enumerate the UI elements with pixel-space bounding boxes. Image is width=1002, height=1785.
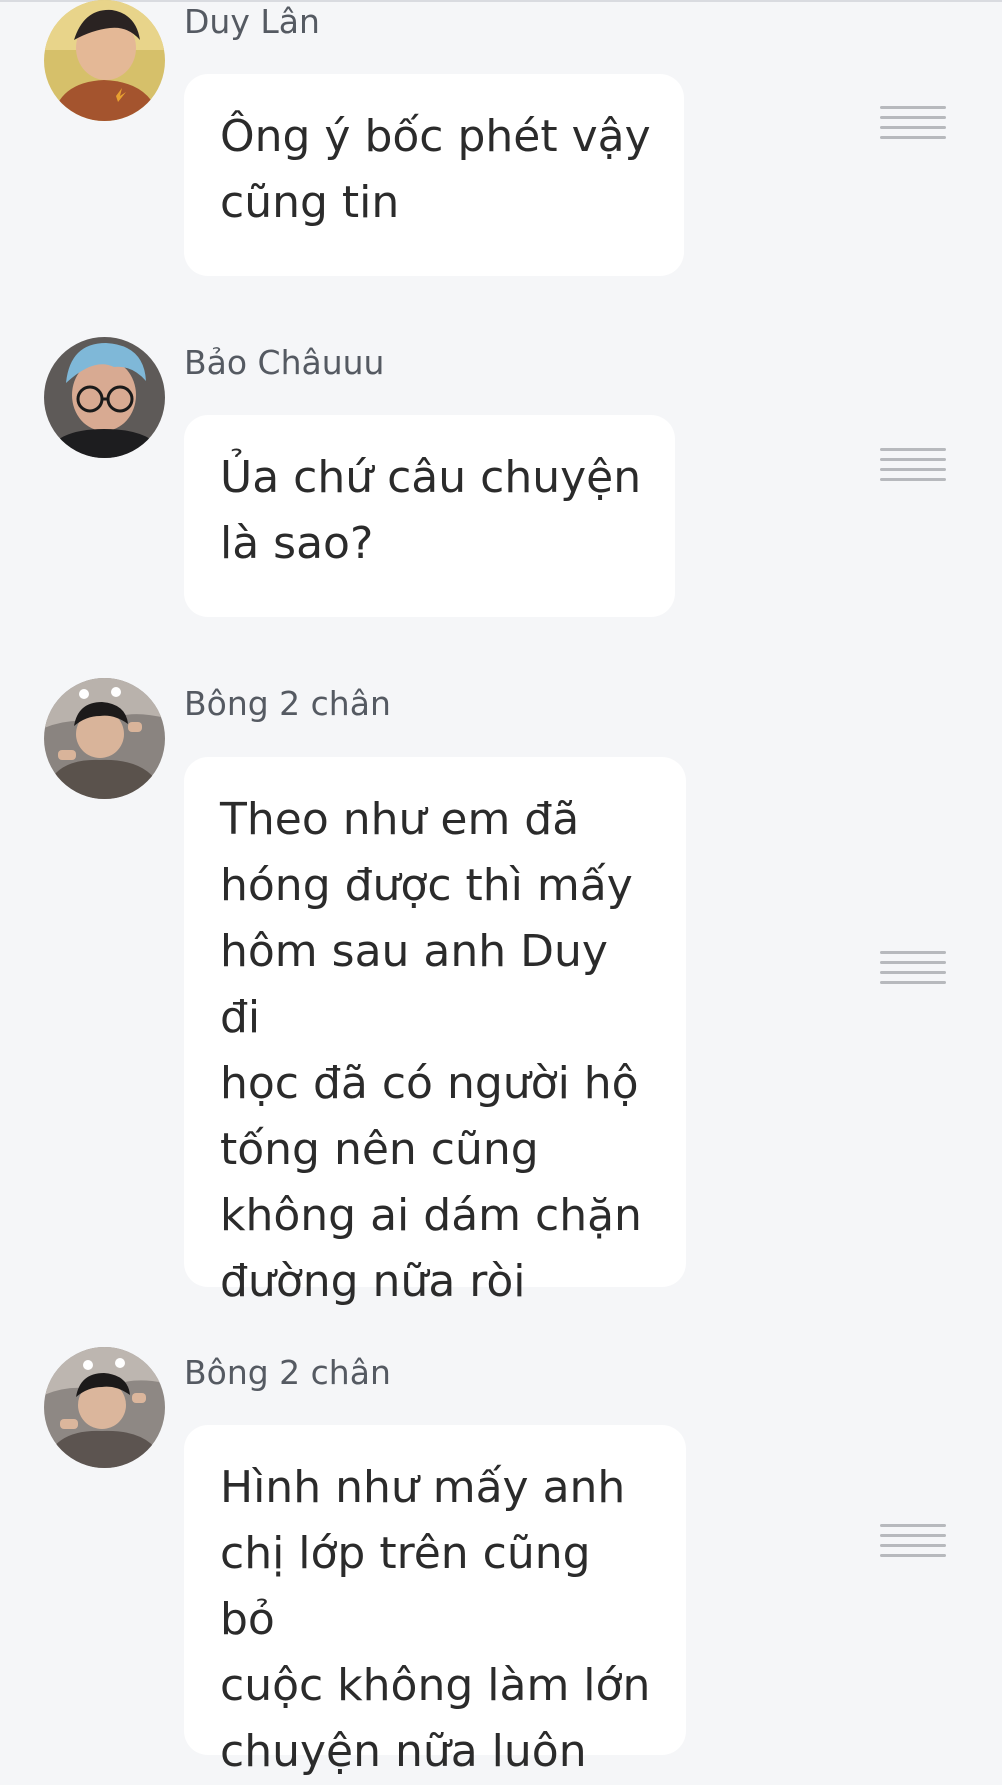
message-text: Hình như mấy anh chị lớp trên cũng bỏ cu… (220, 1462, 651, 1777)
message-bubble: Ông ý bốc phét vậy cũng tin (184, 74, 684, 276)
hamburger-menu-icon[interactable] (880, 448, 946, 482)
message-text: Ông ý bốc phét vậy cũng tin (220, 111, 651, 228)
message-bubble: Hình như mấy anh chị lớp trên cũng bỏ cu… (184, 1425, 686, 1777)
sender-name: Bông 2 chân (184, 1353, 391, 1392)
avatar[interactable] (44, 0, 165, 121)
avatar[interactable] (44, 678, 165, 799)
sender-name: Duy Lân (184, 2, 320, 41)
avatar[interactable] (44, 337, 165, 458)
hamburger-menu-icon[interactable] (880, 1524, 946, 1558)
profile-photo-icon (44, 0, 165, 121)
hamburger-menu-icon[interactable] (880, 106, 946, 140)
profile-photo-icon (44, 1347, 165, 1468)
top-divider (0, 0, 1002, 2)
message-text: Theo như em đã hóng được thì mấy hôm sau… (220, 794, 642, 1307)
hamburger-menu-icon[interactable] (880, 951, 946, 985)
message-bubble: Theo như em đã hóng được thì mấy hôm sau… (184, 757, 686, 1307)
message-text: Ủa chứ câu chuyện là sao? (220, 452, 642, 569)
avatar[interactable] (44, 1347, 165, 1468)
sender-name: Bảo Châuuu (184, 343, 385, 382)
profile-photo-icon (44, 337, 165, 458)
profile-photo-icon (44, 678, 165, 799)
message-bubble: Ủa chứ câu chuyện là sao? (184, 415, 675, 617)
sender-name: Bông 2 chân (184, 684, 391, 723)
